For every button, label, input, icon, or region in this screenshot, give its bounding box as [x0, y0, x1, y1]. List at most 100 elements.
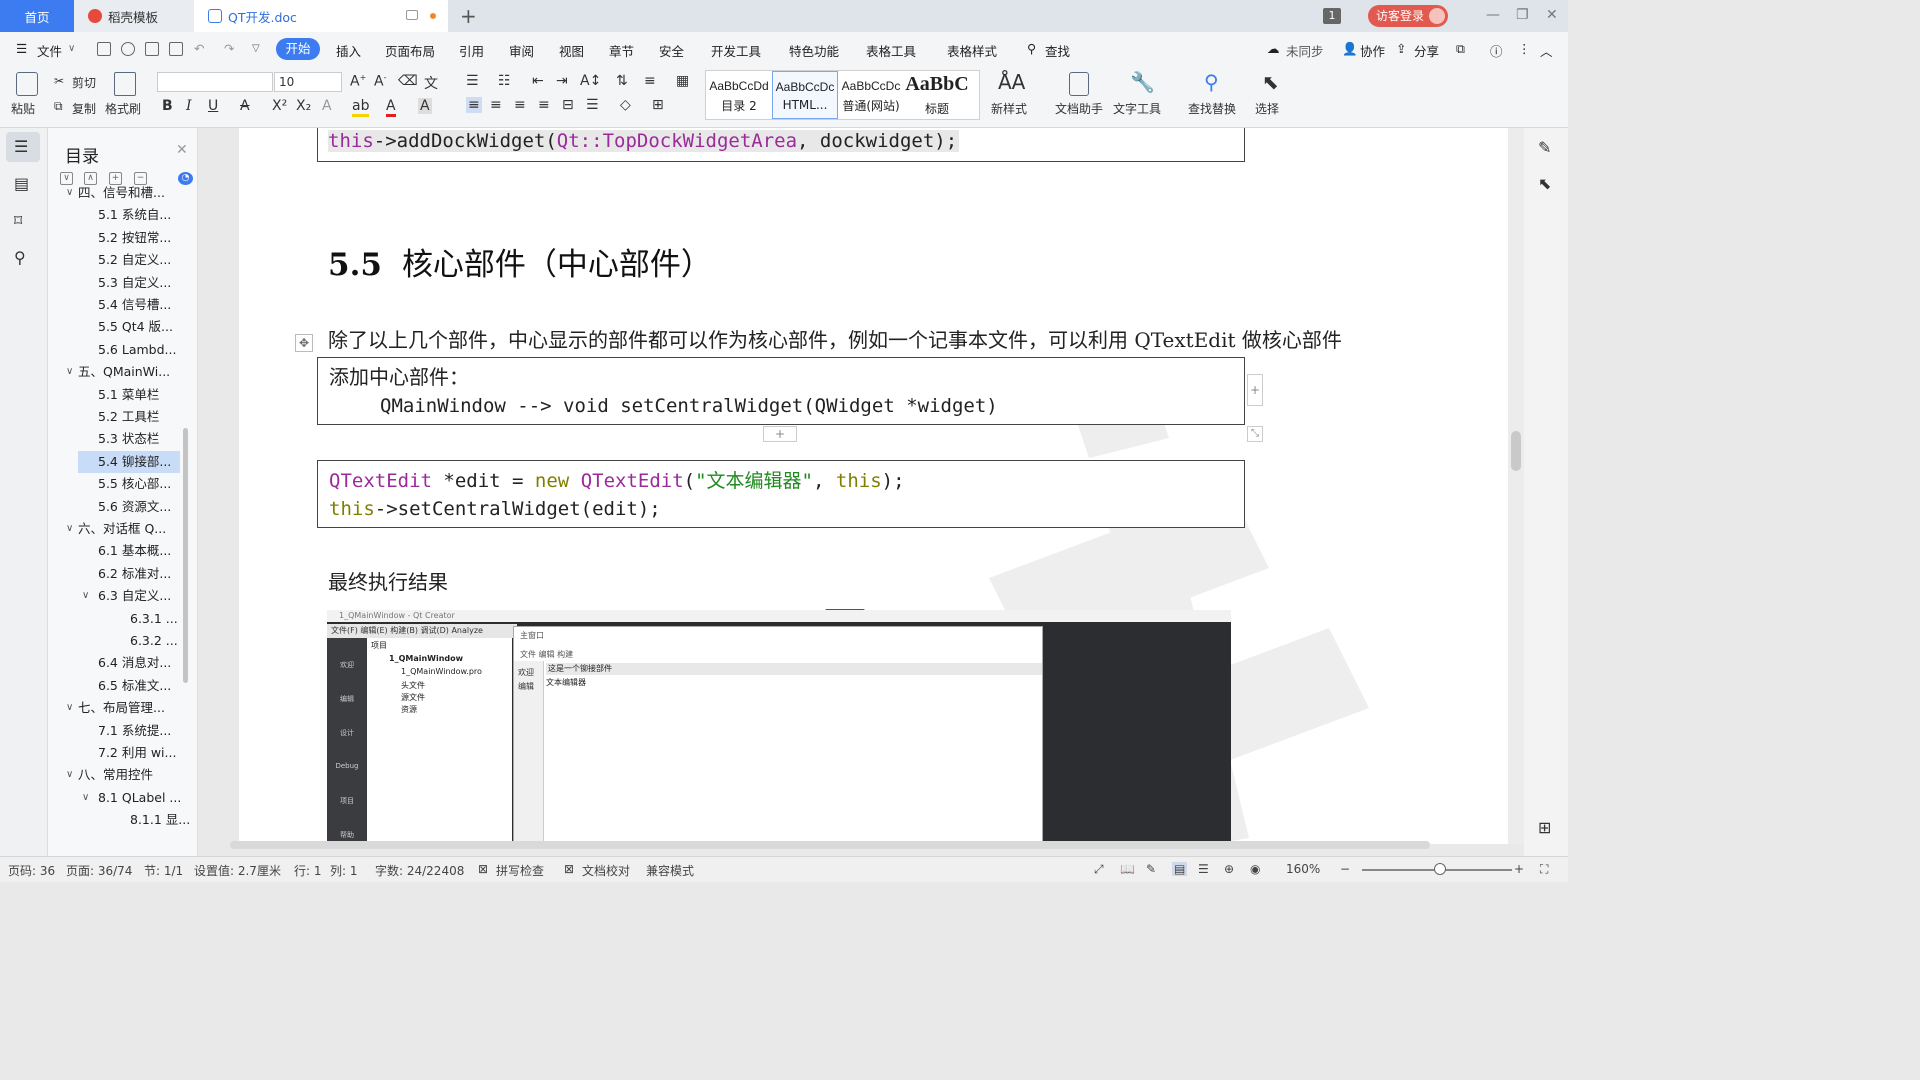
hamburger-icon[interactable]: ☰: [16, 41, 27, 56]
page-view-icon[interactable]: ▤: [1172, 862, 1188, 876]
phonetic-icon[interactable]: 文: [424, 73, 438, 93]
menu-chapter[interactable]: 章节: [609, 41, 634, 60]
underline-icon[interactable]: U: [208, 98, 218, 114]
shading-icon[interactable]: ◇: [620, 97, 631, 113]
outline-view-icon[interactable]: ☰: [1198, 862, 1209, 876]
toc-item[interactable]: 5.1 菜单栏: [48, 384, 197, 406]
cut-button[interactable]: 剪切: [72, 74, 96, 91]
status-setting[interactable]: 设置值: 2.7厘米: [194, 862, 281, 879]
text-tools-button[interactable]: 文字工具: [1113, 100, 1161, 117]
zoom-level[interactable]: 160%: [1286, 862, 1320, 876]
menu-features[interactable]: 特色功能: [789, 41, 839, 60]
close-icon[interactable]: ✕: [176, 142, 188, 158]
toc-item[interactable]: 6.4 消息对...: [48, 652, 197, 674]
scroll-thumb[interactable]: [1511, 431, 1521, 471]
zoom-slider-knob[interactable]: [1434, 863, 1446, 875]
chevron-down-icon[interactable]: ∨: [66, 518, 73, 540]
bookmark-icon[interactable]: ⌑: [14, 211, 34, 231]
redo-icon[interactable]: ↷: [224, 41, 234, 56]
scissors-icon[interactable]: ✂: [54, 74, 64, 88]
line-spacing-icon[interactable]: ≡: [644, 73, 656, 89]
monitor-icon[interactable]: [406, 10, 418, 20]
quick-access-dropdown-icon[interactable]: ▽: [252, 43, 260, 54]
pages-icon[interactable]: ▤: [14, 174, 34, 194]
paste-button[interactable]: 粘贴: [11, 100, 35, 117]
justify-icon[interactable]: ≡: [538, 97, 550, 113]
status-col[interactable]: 列: 1: [330, 862, 358, 879]
toc-item[interactable]: ∨ 6.3 自定义...: [48, 585, 197, 607]
paragraph-spacing-icon[interactable]: ☰: [586, 97, 599, 113]
zoom-out-icon[interactable]: −: [1340, 862, 1350, 876]
print-icon[interactable]: [145, 42, 159, 56]
format-painter-button[interactable]: 格式刷: [105, 100, 141, 117]
add-tab-icon[interactable]: +: [460, 4, 477, 28]
toc-item[interactable]: ∨ 六、对话框 Q...: [48, 518, 197, 540]
status-words[interactable]: 字数: 24/22408: [375, 862, 464, 879]
wrench-icon[interactable]: 🔧: [1130, 70, 1155, 94]
menu-reference[interactable]: 引用: [459, 41, 484, 60]
code-block-central-widget[interactable]: QTextEdit *edit = new QTextEdit("文本编辑器",…: [317, 460, 1245, 528]
grid-view-icon[interactable]: ⊞: [1538, 818, 1551, 837]
new-style-icon[interactable]: ÅA: [998, 70, 1025, 94]
borders-icon[interactable]: ⊞: [652, 97, 664, 113]
menu-table-tools[interactable]: 表格工具: [866, 41, 916, 60]
print-preview-icon[interactable]: [169, 42, 183, 56]
toc-item[interactable]: 5.4 铆接部...: [78, 450, 180, 473]
chevron-down-icon[interactable]: ∨: [68, 43, 75, 54]
copy-icon[interactable]: ⧉: [54, 99, 63, 114]
find-replace-button[interactable]: 查找替换: [1188, 100, 1236, 117]
tab-home[interactable]: 首页: [0, 0, 74, 32]
bold-icon[interactable]: B: [162, 98, 173, 114]
chevron-down-icon[interactable]: ∨: [66, 764, 73, 786]
toc-item[interactable]: 5.2 工具栏: [48, 406, 197, 428]
distribute-icon[interactable]: ⊟: [562, 97, 574, 113]
code-block-dockwidget[interactable]: this->addDockWidget(Qt::TopDockWidgetAre…: [317, 128, 1245, 162]
toc-item[interactable]: 5.3 自定义...: [48, 272, 197, 294]
select-button[interactable]: 选择: [1255, 100, 1279, 117]
font-family-select[interactable]: [157, 72, 273, 92]
resize-table-icon[interactable]: ⤡: [1247, 426, 1263, 442]
window-count-badge[interactable]: 1: [1323, 8, 1341, 24]
doc-helper-button[interactable]: 文档助手: [1055, 100, 1103, 117]
toc-item[interactable]: ∨ 八、常用控件: [48, 764, 197, 786]
embedded-screenshot[interactable]: 1_QMainWindow - Qt Creator 文件(F) 编辑(E) 构…: [327, 610, 1231, 844]
chevron-down-icon[interactable]: ∨: [82, 585, 89, 607]
proofread-button[interactable]: 文档校对: [582, 862, 630, 879]
document-page[interactable]: this->addDockWidget(Qt::TopDockWidgetAre…: [239, 128, 1508, 844]
toc-scrollbar[interactable]: [183, 428, 188, 683]
tab-template[interactable]: 稻壳模板: [74, 0, 194, 32]
login-button[interactable]: 访客登录: [1368, 5, 1448, 27]
font-size-select[interactable]: 10: [274, 72, 342, 92]
text-direction-icon[interactable]: A↕: [580, 73, 601, 89]
align-center-icon[interactable]: ≡: [490, 97, 502, 113]
chevron-down-icon[interactable]: ∨: [82, 787, 89, 809]
table-border-icon[interactable]: ▦: [676, 73, 689, 89]
italic-icon[interactable]: I: [186, 98, 192, 114]
menu-start[interactable]: 开始: [276, 38, 320, 60]
fit-page-icon[interactable]: ⛶: [1540, 862, 1548, 877]
toc-item[interactable]: 6.5 标准文...: [48, 675, 197, 697]
add-column-icon[interactable]: +: [1247, 374, 1263, 406]
help-icon[interactable]: ⓘ: [1490, 41, 1503, 60]
new-style-button[interactable]: 新样式: [991, 100, 1027, 117]
toc-item[interactable]: ∨ 七、布局管理...: [48, 697, 197, 719]
chevron-down-icon[interactable]: ∨: [66, 697, 73, 719]
doc-helper-icon[interactable]: [1069, 72, 1089, 96]
zoom-in-icon[interactable]: +: [1514, 862, 1524, 876]
status-page[interactable]: 页码: 36: [8, 862, 55, 879]
save-icon[interactable]: [97, 42, 111, 56]
horizontal-scrollbar[interactable]: [230, 841, 1430, 849]
toc-item[interactable]: 6.3.1 ...: [48, 608, 197, 630]
toc-item[interactable]: 5.2 自定义...: [48, 249, 197, 271]
paste-icon[interactable]: [16, 72, 38, 96]
collapse-ribbon-icon[interactable]: ︿: [1540, 41, 1553, 60]
add-row-icon[interactable]: +: [763, 426, 797, 442]
toc-item[interactable]: ∨ 8.1 QLabel ...: [48, 787, 197, 809]
toc-item[interactable]: 6.2 标准对...: [48, 563, 197, 585]
menu-insert[interactable]: 插入: [336, 41, 361, 60]
chevron-down-icon[interactable]: ∨: [66, 182, 73, 204]
search-icon[interactable]: ⚲: [1027, 41, 1036, 56]
status-row[interactable]: 行: 1: [294, 862, 322, 879]
toc-item[interactable]: 5.4 信号槽...: [48, 294, 197, 316]
style-heading[interactable]: AaBbC 标题: [904, 71, 970, 119]
